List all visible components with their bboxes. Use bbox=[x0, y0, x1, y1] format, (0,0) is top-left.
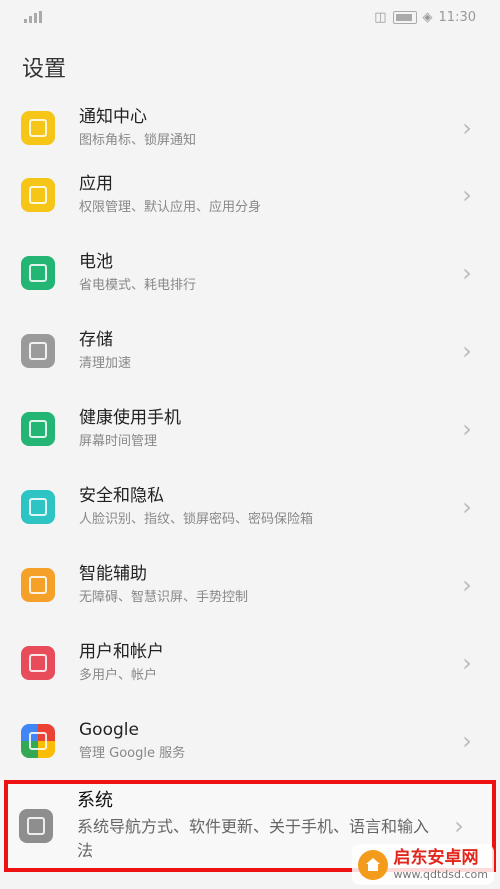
phone-icon bbox=[19, 809, 53, 843]
chevron-right-icon: › bbox=[462, 114, 472, 142]
item-subtitle: 图标角标、锁屏通知 bbox=[79, 133, 197, 148]
status-bar: ◫ ◈ 11:30 bbox=[0, 0, 500, 34]
wifi-icon: ◈ bbox=[422, 9, 433, 25]
settings-item-users-accounts[interactable]: 用户和帐户 多用户、帐户 › bbox=[0, 624, 500, 702]
settings-item-battery[interactable]: 电池 省电模式、耗电排行 › bbox=[0, 234, 500, 312]
settings-item-storage[interactable]: 存储 清理加速 › bbox=[0, 312, 500, 390]
status-time: 11:30 bbox=[438, 9, 476, 25]
settings-list: 通知中心 图标角标、锁屏通知 › 应用 权限管理、默认应用、应用分身 › 电池 … bbox=[0, 100, 500, 872]
item-subtitle: 多用户、帐户 bbox=[79, 668, 158, 683]
chevron-right-icon: › bbox=[462, 571, 472, 599]
watermark-name: 启东安卓网 bbox=[393, 848, 479, 868]
settings-item-security-privacy[interactable]: 安全和隐私 人脸识别、指纹、锁屏密码、密码保险箱 › bbox=[0, 468, 500, 546]
item-title: 智能辅助 bbox=[79, 564, 147, 584]
bell-icon bbox=[21, 111, 55, 145]
item-title: 安全和隐私 bbox=[79, 486, 164, 506]
item-subtitle: 无障碍、智慧识屏、手势控制 bbox=[79, 590, 249, 605]
item-title: 系统 bbox=[77, 790, 113, 811]
status-right: ◫ ◈ 11:30 bbox=[374, 10, 476, 25]
settings-item-digital-balance[interactable]: 健康使用手机 屏幕时间管理 › bbox=[0, 390, 500, 468]
item-title: 通知中心 bbox=[79, 107, 147, 127]
header: 设置 bbox=[0, 34, 500, 100]
chevron-right-icon: › bbox=[462, 259, 472, 287]
item-subtitle: 管理 Google 服务 bbox=[79, 746, 186, 761]
hand-icon bbox=[21, 568, 55, 602]
item-subtitle: 权限管理、默认应用、应用分身 bbox=[79, 200, 262, 215]
chevron-right-icon: › bbox=[462, 727, 472, 755]
chevron-right-icon: › bbox=[462, 493, 472, 521]
battery-status-icon bbox=[392, 10, 417, 24]
item-title: 应用 bbox=[79, 174, 113, 194]
item-subtitle: 屏幕时间管理 bbox=[79, 434, 158, 449]
settings-item-google[interactable]: Google 管理 Google 服务 › bbox=[0, 702, 500, 780]
item-title: Google bbox=[79, 720, 139, 740]
user-icon bbox=[21, 646, 55, 680]
watermark-logo-icon bbox=[357, 849, 388, 880]
signal-icon bbox=[24, 11, 42, 23]
storage-icon bbox=[21, 334, 55, 368]
item-title: 健康使用手机 bbox=[79, 408, 181, 428]
chevron-right-icon: › bbox=[462, 649, 472, 677]
shield-icon bbox=[21, 490, 55, 524]
chevron-right-icon: › bbox=[462, 181, 472, 209]
watermark-url: www.qdtdsd.com bbox=[393, 868, 488, 881]
settings-item-notification-center[interactable]: 通知中心 图标角标、锁屏通知 › bbox=[0, 100, 500, 156]
page-title: 设置 bbox=[22, 57, 67, 82]
status-left bbox=[24, 11, 42, 23]
item-subtitle: 人脸识别、指纹、锁屏密码、密码保险箱 bbox=[79, 512, 314, 527]
item-title: 用户和帐户 bbox=[79, 642, 164, 662]
battery-icon bbox=[21, 256, 55, 290]
chevron-right-icon: › bbox=[462, 415, 472, 443]
chevron-right-icon: › bbox=[454, 812, 464, 840]
settings-item-apps[interactable]: 应用 权限管理、默认应用、应用分身 › bbox=[0, 156, 500, 234]
apps-icon bbox=[21, 178, 55, 212]
item-title: 电池 bbox=[79, 252, 113, 272]
vibrate-icon: ◫ bbox=[374, 9, 387, 25]
chevron-right-icon: › bbox=[462, 337, 472, 365]
hourglass-icon bbox=[21, 412, 55, 446]
item-title: 存储 bbox=[79, 330, 113, 350]
item-subtitle: 省电模式、耗电排行 bbox=[79, 278, 197, 293]
google-icon bbox=[21, 724, 55, 758]
item-subtitle: 清理加速 bbox=[79, 356, 132, 371]
watermark: 启东安卓网 www.qdtdsd.com bbox=[351, 844, 494, 885]
settings-item-smart-assistance[interactable]: 智能辅助 无障碍、智慧识屏、手势控制 › bbox=[0, 546, 500, 624]
